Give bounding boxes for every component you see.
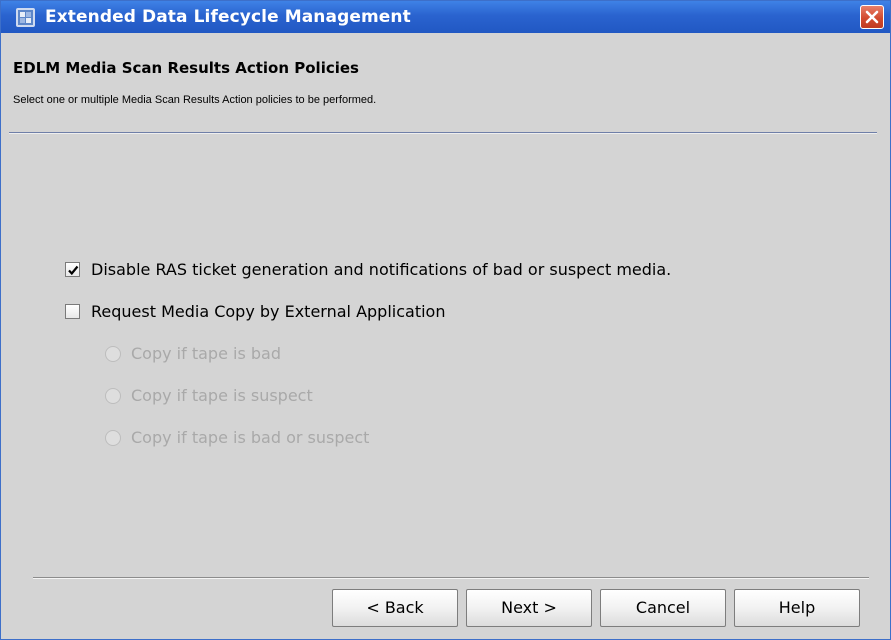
disable-ras-checkbox[interactable]	[65, 262, 80, 277]
copy-if-bad-option: Copy if tape is bad	[105, 344, 365, 364]
copy-if-bad-or-suspect-radio	[105, 430, 121, 446]
wizard-window: Extended Data Lifecycle Management EDLM …	[0, 0, 891, 640]
close-icon	[865, 10, 879, 24]
cancel-button[interactable]: Cancel	[600, 589, 726, 627]
page-subtitle: Select one or multiple Media Scan Result…	[13, 94, 377, 106]
footer-divider-highlight	[33, 578, 869, 579]
edlm-app-icon	[16, 8, 35, 27]
disable-ras-option[interactable]: Disable RAS ticket generation and notifi…	[65, 260, 785, 280]
request-copy-option[interactable]: Request Media Copy by External Applicati…	[65, 302, 525, 322]
disable-ras-label: Disable RAS ticket generation and notifi…	[91, 260, 672, 279]
back-button[interactable]: < Back	[332, 589, 458, 627]
copy-if-bad-or-suspect-label: Copy if tape is bad or suspect	[131, 428, 370, 447]
request-copy-checkbox[interactable]	[65, 304, 80, 319]
copy-if-suspect-radio	[105, 388, 121, 404]
copy-if-suspect-label: Copy if tape is suspect	[131, 386, 313, 405]
help-button[interactable]: Help	[734, 589, 860, 627]
copy-if-bad-radio	[105, 346, 121, 362]
copy-if-bad-label: Copy if tape is bad	[131, 344, 281, 363]
close-button[interactable]	[860, 5, 884, 29]
checkmark-icon	[68, 265, 79, 276]
page-title: EDLM Media Scan Results Action Policies	[13, 59, 359, 77]
request-copy-label: Request Media Copy by External Applicati…	[91, 302, 446, 321]
copy-if-bad-or-suspect-option: Copy if tape is bad or suspect	[105, 428, 445, 448]
header-divider-highlight	[9, 133, 877, 134]
window-title: Extended Data Lifecycle Management	[45, 7, 411, 27]
copy-if-suspect-option: Copy if tape is suspect	[105, 386, 385, 406]
next-button[interactable]: Next >	[466, 589, 592, 627]
title-bar[interactable]: Extended Data Lifecycle Management	[1, 1, 890, 33]
